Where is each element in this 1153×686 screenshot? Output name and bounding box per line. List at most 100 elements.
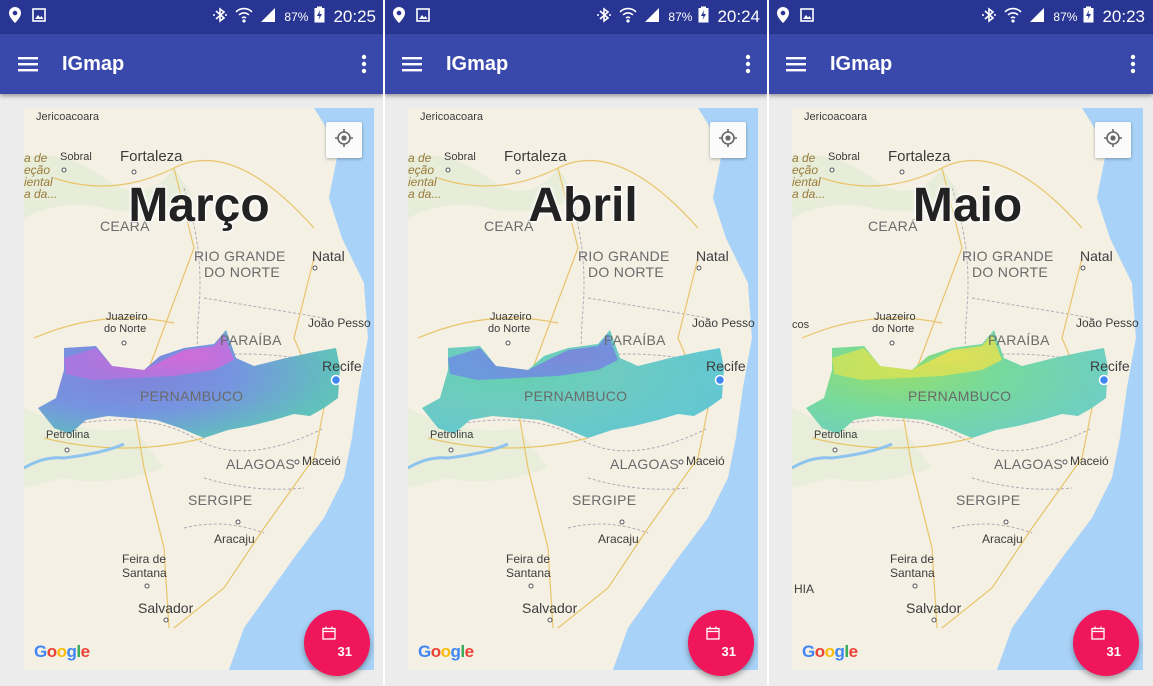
map-label-juazeiro-2: do Norte — [488, 323, 531, 335]
my-location-button[interactable] — [710, 122, 746, 158]
map-view[interactable]: Jericoacoara Sobral Fortaleza a de eção … — [408, 108, 758, 670]
map-label-feira-2: Santana — [890, 566, 935, 580]
app-bar: IGmap — [768, 34, 1153, 94]
map-label-recife: Recife — [322, 358, 362, 374]
google-attribution: Google — [418, 642, 474, 661]
map-label-juazeiro-2: do Norte — [104, 323, 147, 335]
google-attribution: Google — [802, 642, 858, 661]
map-label-maceio: Maceió — [302, 454, 341, 468]
month-title: Maio — [912, 178, 1023, 233]
phone-screen-1: 87% 20:25 IGmap Jericoacoara Sobral Fort… — [0, 0, 384, 686]
map-label-recife: Recife — [1090, 358, 1130, 374]
status-bar: 87% 20:23 — [768, 0, 1153, 34]
map-label-recife: Recife — [706, 358, 746, 374]
battery-charging-icon — [314, 6, 325, 28]
my-location-button[interactable] — [326, 122, 362, 158]
hamburger-menu-icon[interactable] — [768, 34, 824, 94]
map-label-salvador: Salvador — [906, 600, 962, 616]
map-label-feira-1: Feira de — [890, 552, 935, 566]
location-pin-icon — [392, 6, 406, 29]
overflow-menu-icon[interactable] — [344, 34, 384, 94]
map-label-aracaju: Aracaju — [214, 532, 255, 546]
map-label-sobral: Sobral — [60, 151, 92, 163]
screenshot-collage: 87% 20:25 IGmap Jericoacoara Sobral Fort… — [0, 0, 1153, 686]
map-label-sobral: Sobral — [444, 151, 476, 163]
battery-charging-icon — [698, 6, 709, 28]
crosshair-icon — [718, 128, 738, 153]
month-title: Abril — [528, 178, 639, 233]
map-label-natal: Natal — [696, 248, 729, 264]
signal-icon — [1029, 7, 1045, 28]
map-label-jericoacoara: Jericoacoara — [804, 111, 867, 123]
map-label-jericoacoara: Jericoacoara — [420, 111, 483, 123]
map-label-juazeiro-1: Juazeiro — [490, 311, 532, 323]
location-pin-icon — [776, 6, 790, 29]
calendar-day-number: 31 — [721, 644, 736, 659]
overflow-menu-icon[interactable] — [728, 34, 768, 94]
phone-screen-2: 87% 20:24 IGmap Jericoacoara Sobral Fort… — [384, 0, 768, 686]
app-title: IGmap — [62, 52, 125, 75]
map-label-pernambuco: PERNAMBUCO — [524, 388, 628, 404]
map-label-petrolina: Petrolina — [814, 429, 858, 441]
map-label-sobral: Sobral — [828, 151, 860, 163]
app-title: IGmap — [446, 52, 509, 75]
map-label-joao-pessoa: João Pesso — [1076, 316, 1139, 330]
status-bar: 87% 20:24 — [384, 0, 768, 34]
map-label-feira-2: Santana — [122, 566, 167, 580]
my-location-button[interactable] — [1095, 122, 1131, 158]
map-label-paraiba: PARAÍBA — [604, 332, 666, 348]
map-view[interactable]: Jericoacoara Sobral Fortaleza a de eção … — [792, 108, 1143, 670]
calendar-fab-button[interactable]: 31 — [304, 610, 370, 676]
panel-divider — [383, 0, 385, 686]
battery-charging-icon — [1083, 6, 1094, 28]
calendar-icon — [322, 626, 336, 645]
map-label-rn-2: DO NORTE — [972, 264, 1049, 280]
status-time: 20:23 — [1102, 7, 1145, 26]
wifi-icon — [1003, 6, 1023, 29]
map-label-feira-1: Feira de — [506, 552, 551, 566]
map-label-joao-pessoa: João Pesso — [308, 316, 371, 330]
image-notification-icon — [32, 7, 46, 27]
map-label-pernambuco: PERNAMBUCO — [908, 388, 1012, 404]
calendar-day-number: 31 — [1106, 644, 1121, 659]
hamburger-menu-icon[interactable] — [0, 34, 56, 94]
battery-percent: 87% — [1053, 10, 1078, 24]
map-label-alagoas: ALAGOAS — [226, 456, 296, 472]
signal-icon — [260, 7, 276, 28]
map-label-fortaleza: Fortaleza — [504, 148, 567, 165]
status-time: 20:24 — [717, 7, 760, 26]
fab-container: 31 — [1073, 606, 1139, 676]
map-label-juazeiro-2: do Norte — [872, 323, 915, 335]
map-label-fortaleza: Fortaleza — [120, 148, 183, 165]
overflow-menu-icon[interactable] — [1113, 34, 1153, 94]
map-label-rn-2: DO NORTE — [204, 264, 281, 280]
fab-container: 31 — [304, 606, 370, 676]
map-label-alagoas: ALAGOAS — [994, 456, 1064, 472]
panel-divider — [767, 0, 769, 686]
calendar-day-number: 31 — [337, 644, 352, 659]
app-bar: IGmap — [0, 34, 384, 94]
wifi-icon — [234, 6, 254, 29]
map-label-petrolina: Petrolina — [46, 429, 90, 441]
calendar-fab-button[interactable]: 31 — [688, 610, 754, 676]
map-label-rn-1: RIO GRANDE — [194, 248, 286, 264]
my-location-dot — [330, 374, 342, 386]
map-label-feira-1: Feira de — [122, 552, 167, 566]
map-label-salvador: Salvador — [138, 600, 194, 616]
map-label-rn-1: RIO GRANDE — [578, 248, 670, 264]
map-label-petrolina: Petrolina — [430, 429, 474, 441]
phone-screen-3: 87% 20:23 IGmap Jericoacoara Sobral Fort… — [768, 0, 1153, 686]
map-view[interactable]: Jericoacoara Sobral Fortaleza a de eção … — [24, 108, 374, 670]
map-label-feira-2: Santana — [506, 566, 551, 580]
app-title: IGmap — [830, 52, 893, 75]
map-label-juazeiro-1: Juazeiro — [106, 311, 148, 323]
map-label-maceio: Maceió — [1070, 454, 1109, 468]
map-label-natal: Natal — [312, 248, 345, 264]
map-label-fortaleza: Fortaleza — [888, 148, 951, 165]
map-label-maceio: Maceió — [686, 454, 725, 468]
crosshair-icon — [1103, 128, 1123, 153]
hamburger-menu-icon[interactable] — [384, 34, 440, 94]
bluetooth-icon — [596, 6, 612, 29]
calendar-fab-button[interactable]: 31 — [1073, 610, 1139, 676]
map-label-salvador: Salvador — [522, 600, 578, 616]
